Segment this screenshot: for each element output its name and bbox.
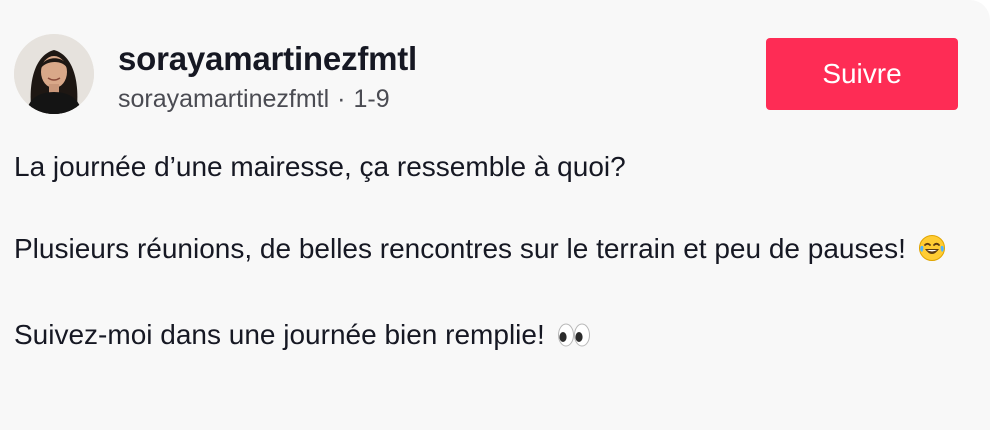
avatar[interactable] [14,34,94,114]
post-date: 1-9 [353,85,390,113]
caption: La journée d’une mairesse, ça ressemble … [14,146,974,359]
face-with-tears-of-joy-icon [918,232,946,273]
caption-line: Suivez-moi dans une journée bien remplie… [14,314,974,359]
post-card: sorayamartinezfmtl sorayamartinezfmtl · 1-… [0,0,990,430]
follow-button[interactable]: Suivre [766,38,958,110]
username[interactable]: sorayamartinezfmtl [118,39,417,79]
caption-line: Plusieurs réunions, de belles rencontres… [14,228,974,273]
handle[interactable]: sorayamartinezfmtl [118,85,329,113]
caption-line: La journée d’une mairesse, ça ressemble … [14,151,626,182]
eyes-icon [557,318,591,359]
post-meta: sorayamartinezfmtl · 1-9 [118,83,390,115]
profile-photo-icon [14,34,94,114]
meta-separator: · [337,85,346,113]
